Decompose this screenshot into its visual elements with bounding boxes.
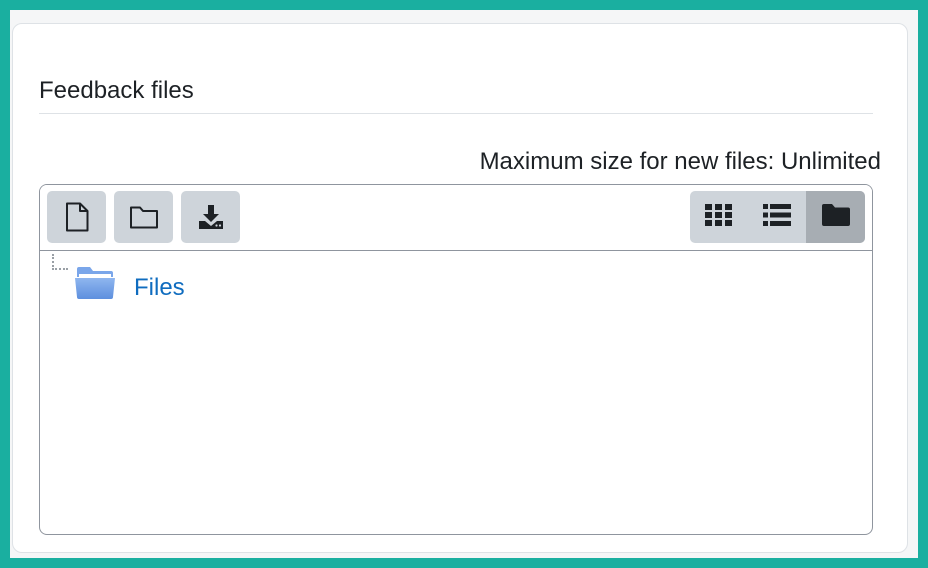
list-icon: [762, 203, 792, 232]
add-file-button[interactable]: [47, 191, 106, 243]
file-manager: Files: [39, 184, 873, 535]
tree-connector: [52, 254, 68, 270]
create-folder-button[interactable]: [114, 191, 173, 243]
view-details-button[interactable]: [748, 191, 806, 243]
file-tree: Files: [40, 251, 872, 534]
grid-icon: [704, 203, 734, 232]
folder-outline-icon: [129, 204, 159, 230]
folder-label[interactable]: Files: [134, 274, 185, 302]
screenshot-frame: Feedback files Maximum size for new file…: [0, 0, 928, 568]
folder-solid-icon: [821, 203, 851, 232]
download-icon: [197, 203, 225, 231]
view-tree-button[interactable]: [806, 191, 865, 243]
view-switcher: [690, 191, 865, 243]
view-icons-button[interactable]: [690, 191, 748, 243]
file-manager-toolbar: [40, 185, 872, 251]
form-card: Feedback files Maximum size for new file…: [12, 23, 908, 553]
file-icon: [64, 202, 90, 232]
section-title: Feedback files: [39, 77, 194, 104]
download-button[interactable]: [181, 191, 240, 243]
folder-icon: [74, 265, 116, 306]
tree-folder-files[interactable]: Files: [74, 265, 185, 306]
max-size-label: Maximum size for new files: Unlimited: [479, 148, 881, 175]
title-divider: [39, 113, 873, 114]
